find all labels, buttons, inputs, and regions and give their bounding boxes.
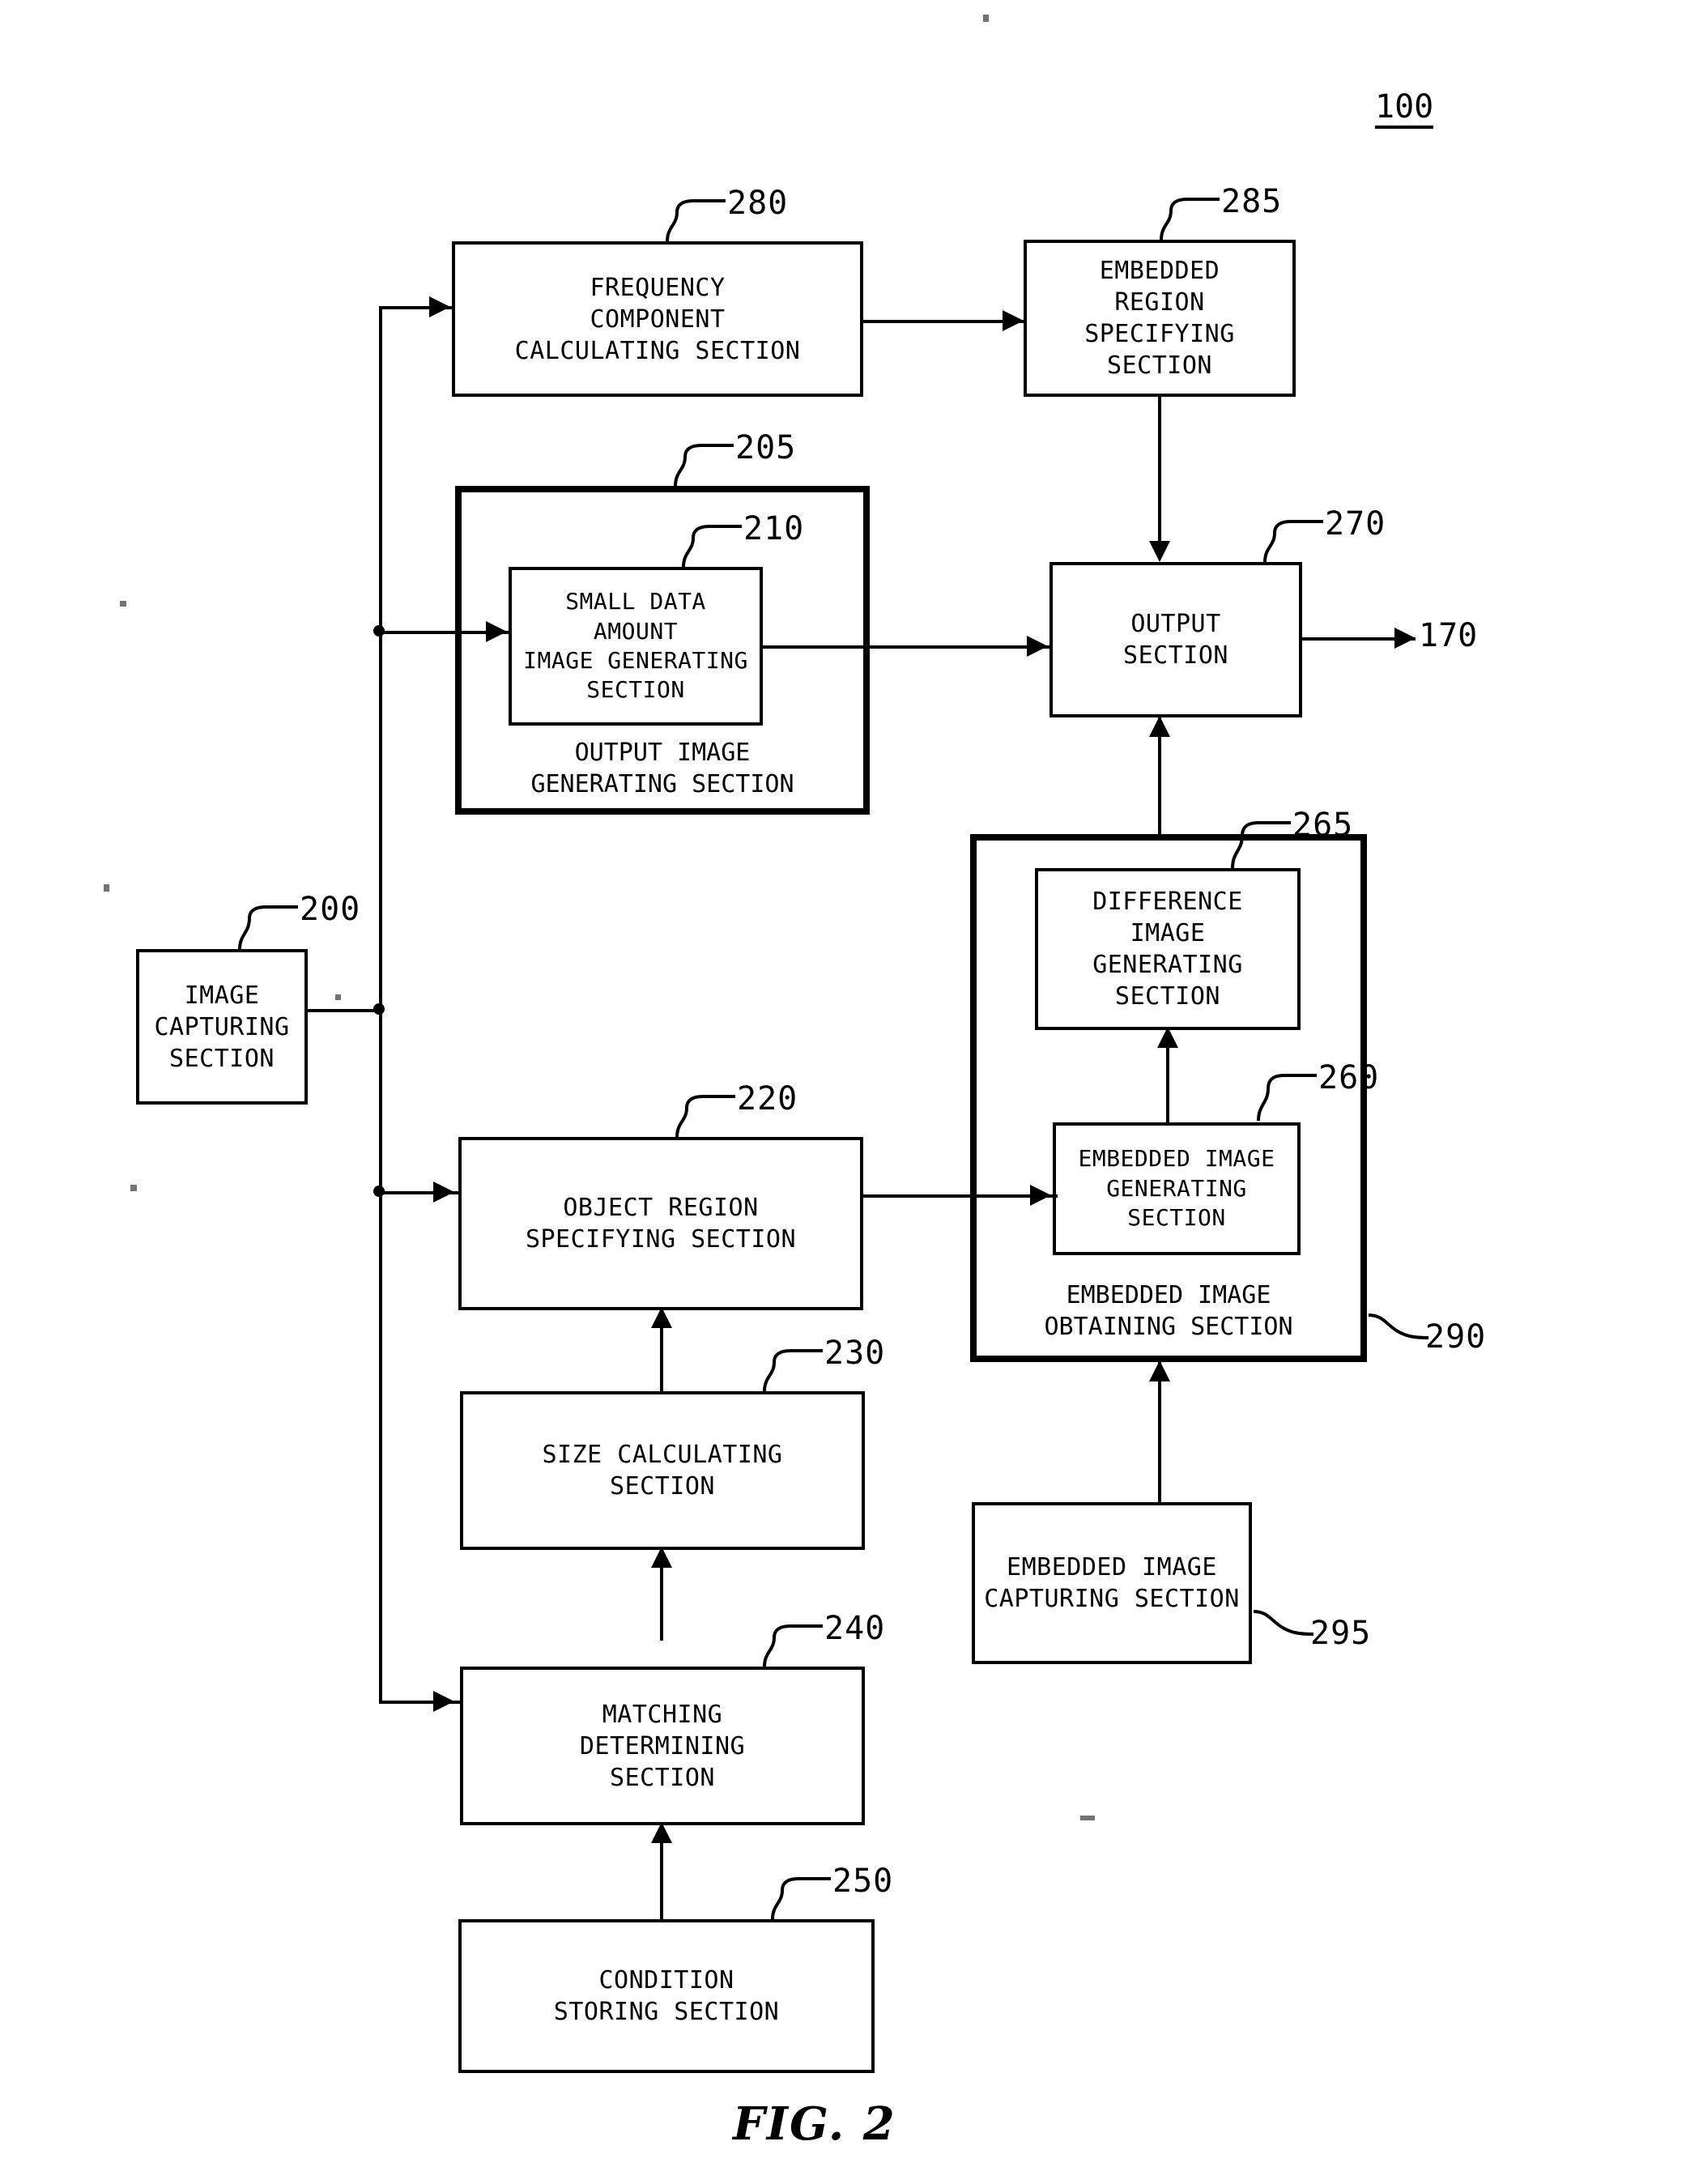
leader-265 [1221,815,1294,870]
leader-260 [1247,1067,1320,1122]
leader-250 [761,1871,834,1921]
terminal-reference-170: 170 [1419,617,1478,654]
block-embedded-image-capturing-section[interactable]: EMBEDDED IMAGE CAPTURING SECTION [972,1502,1252,1664]
bus-to-object-region-arrow [433,1181,454,1203]
system-reference-100: 100 [1375,91,1434,129]
block-label: OUTPUT SECTION [1123,610,1228,670]
leader-280 [656,193,729,243]
figure-title: FIG. 2 [733,2097,896,2151]
small-data-to-output-arrow [1027,636,1048,657]
small-data-to-output-line [763,645,1050,649]
leader-220 [666,1088,739,1139]
embedded-region-to-output-line [1158,397,1161,557]
embedded-capturing-to-obtaining-arrow [1149,1360,1170,1381]
block-object-region-specifying-section[interactable]: OBJECT REGION SPECIFYING SECTION [458,1137,863,1310]
block-label: CONDITION STORING SECTION [553,1966,780,2026]
group-embedded-image-obtaining-caption: EMBEDDED IMAGE OBTAINING SECTION [1044,1281,1293,1341]
block-matching-determining-section[interactable]: MATCHING DETERMINING SECTION [460,1667,865,1825]
scan-speck [130,1185,137,1191]
block-label: EMBEDDED IMAGE GENERATING SECTION [1078,1145,1275,1232]
block-label: EMBEDDED IMAGE CAPTURING SECTION [984,1553,1240,1613]
bus-to-frequency-arrow [429,296,450,317]
block-frequency-component-calculating-section[interactable]: FREQUENCY COMPONENT CALCULATING SECTION [452,241,863,397]
reference-numeral-295: 295 [1310,1615,1372,1652]
block-label: IMAGE CAPTURING SECTION [154,981,290,1073]
leader-200 [228,899,301,951]
leader-210 [672,518,745,568]
condition-storing-to-matching-arrow [651,1822,672,1843]
reference-numeral-260: 260 [1318,1059,1380,1096]
block-embedded-image-generating-section[interactable]: EMBEDDED IMAGE GENERATING SECTION [1053,1122,1301,1255]
group-output-image-generating-caption: OUTPUT IMAGE GENERATING SECTION [530,739,794,798]
bus-to-matching-arrow [433,1691,454,1712]
matching-to-size-calculating-arrow [651,1547,672,1568]
object-region-to-embedded-generating-arrow [1030,1185,1051,1206]
reference-numeral-265: 265 [1292,807,1354,844]
reference-numeral-270: 270 [1325,505,1386,543]
leader-270 [1254,513,1326,564]
reference-numeral-210: 210 [743,510,805,547]
reference-numeral-205: 205 [735,429,797,466]
reference-numeral-285: 285 [1221,183,1283,220]
embedded-obtaining-to-output-arrow [1149,716,1170,737]
scan-speck [1080,1816,1095,1820]
reference-numeral-290: 290 [1425,1318,1487,1356]
scan-speck [104,884,109,892]
block-label: EMBEDDED REGION SPECIFYING SECTION [1084,257,1235,380]
reference-numeral-200: 200 [300,891,361,928]
reference-numeral-230: 230 [824,1335,886,1372]
block-embedded-region-specifying-section[interactable]: EMBEDDED REGION SPECIFYING SECTION [1024,240,1296,397]
leader-285 [1150,191,1223,241]
block-label: SIZE CALCULATING SECTION [542,1441,783,1501]
reference-numeral-280: 280 [727,185,789,222]
block-label: FREQUENCY COMPONENT CALCULATING SECTION [514,273,801,365]
leader-290 [1367,1313,1432,1351]
reference-numeral-250: 250 [832,1863,894,1900]
reference-numeral-240: 240 [824,1610,886,1647]
embedded-capturing-to-obtaining-line [1158,1362,1161,1504]
block-label: OBJECT REGION SPECIFYING SECTION [525,1194,797,1254]
embedded-region-to-output-arrow [1149,541,1170,562]
block-image-capturing-section[interactable]: IMAGE CAPTURING SECTION [136,949,308,1105]
object-region-to-embedded-generating-line [863,1194,1058,1198]
frequency-to-embedded-region-line [863,320,1025,323]
embedded-generating-to-difference-arrow [1157,1027,1178,1048]
block-small-data-amount-image-generating-section[interactable]: SMALL DATA AMOUNT IMAGE GENERATING SECTI… [509,567,763,726]
block-size-calculating-section[interactable]: SIZE CALCULATING SECTION [460,1391,865,1550]
block-condition-storing-section[interactable]: CONDITION STORING SECTION [458,1919,875,2073]
output-to-terminal-arrow [1394,628,1416,649]
scan-speck [120,601,126,607]
block-label: DIFFERENCE IMAGE GENERATING SECTION [1092,888,1243,1011]
block-label: SMALL DATA AMOUNT IMAGE GENERATING SECTI… [523,588,748,704]
block-output-section[interactable]: OUTPUT SECTION [1049,562,1302,717]
block-label: MATCHING DETERMINING SECTION [579,1700,746,1792]
patent-figure-page: 100 FREQUENCY COMPONENT CALCULATING SECT… [0,0,1686,2184]
frequency-to-embedded-region-arrow [1003,310,1024,331]
capturing-to-bus-line [308,1009,382,1012]
leader-205 [664,437,737,487]
leader-230 [753,1343,826,1393]
block-difference-image-generating-section[interactable]: DIFFERENCE IMAGE GENERATING SECTION [1035,868,1301,1030]
scan-speck [335,994,341,1000]
size-calculating-to-object-region-arrow [651,1307,672,1328]
reference-numeral-220: 220 [737,1080,798,1118]
scan-speck [983,15,989,22]
leader-295 [1252,1610,1317,1647]
leader-240 [753,1618,826,1668]
